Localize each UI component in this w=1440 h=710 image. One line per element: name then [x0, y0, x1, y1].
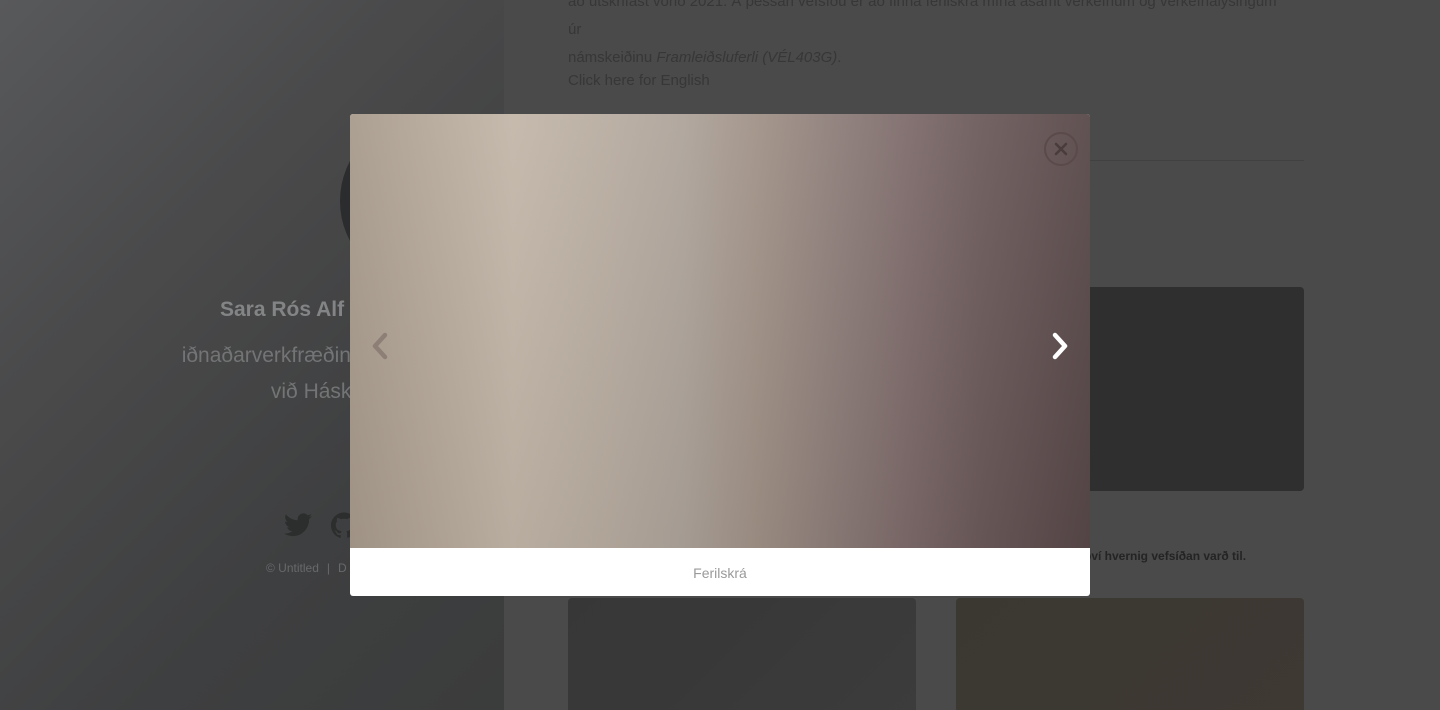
- lightbox: Ferilskrá: [350, 114, 1090, 596]
- lightbox-caption: Ferilskrá: [693, 565, 747, 581]
- close-icon[interactable]: [1044, 132, 1078, 166]
- chevron-right-icon[interactable]: [1042, 328, 1078, 364]
- chevron-left-icon[interactable]: [362, 328, 398, 364]
- lightbox-image: [350, 114, 1090, 548]
